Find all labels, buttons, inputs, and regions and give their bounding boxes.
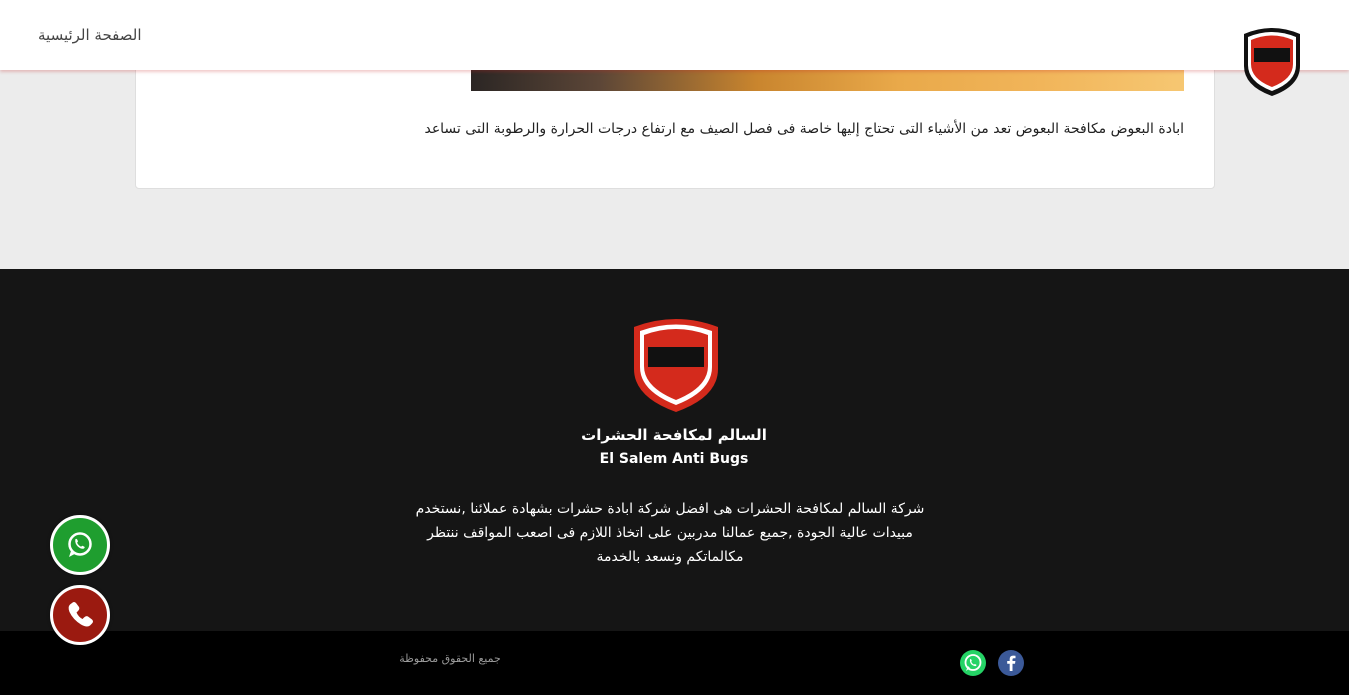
shield-logo-icon bbox=[1244, 28, 1300, 96]
facebook-icon[interactable] bbox=[997, 649, 1025, 677]
footer-brand-english: El Salem Anti Bugs bbox=[599, 451, 749, 467]
nav-home-link[interactable]: الصفحة الرئيسية bbox=[38, 26, 142, 44]
site-header: الصفحة الرئيسية bbox=[0, 0, 1349, 96]
footer-logo bbox=[630, 317, 722, 414]
whatsapp-icon bbox=[68, 532, 92, 557]
article-excerpt: ابادة البعوض مكافحة البعوض تعد من الأشيا… bbox=[424, 121, 1184, 137]
phone-icon bbox=[68, 602, 93, 627]
shield-logo-icon bbox=[634, 319, 718, 412]
footer-bottom-bar bbox=[0, 631, 1349, 695]
copyright-text: جميع الحقوق محفوظة bbox=[399, 652, 501, 665]
whatsapp-icon[interactable] bbox=[959, 649, 987, 677]
footer-brand-arabic: السالم لمكافحة الحشرات bbox=[581, 426, 767, 444]
floating-call-button[interactable] bbox=[50, 585, 110, 645]
footer-about-text: شركة السالم لمكافحة الحشرات هى افضل شركة… bbox=[415, 501, 925, 565]
floating-whatsapp-button[interactable] bbox=[50, 515, 110, 575]
site-logo[interactable] bbox=[1240, 26, 1304, 98]
